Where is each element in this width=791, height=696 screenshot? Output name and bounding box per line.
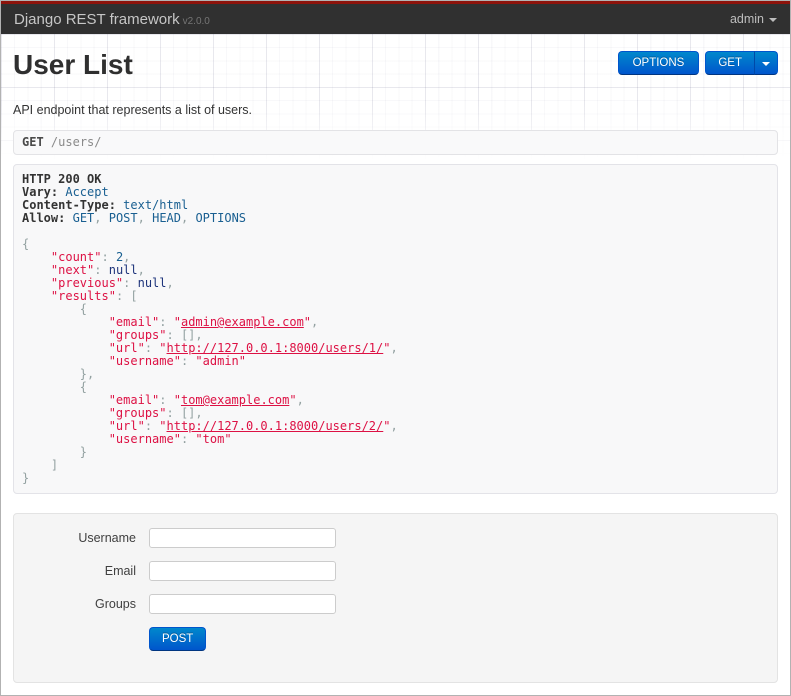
user-menu-label: admin	[729, 12, 764, 26]
form-field-email: Email	[14, 561, 777, 581]
form-input-username[interactable]	[149, 528, 336, 548]
page-header: User List OPTIONS GET	[13, 34, 778, 81]
post-form-panel: Username Email Groups POST	[13, 513, 778, 683]
request-bar: GET /users/	[13, 130, 778, 155]
form-field-groups: Groups	[14, 594, 777, 614]
request-method: GET	[22, 135, 44, 149]
response-body: HTTP 200 OK Vary: Accept Content-Type: t…	[13, 164, 778, 494]
page-title: User List	[13, 49, 133, 80]
form-input-groups[interactable]	[149, 594, 336, 614]
header-actions: OPTIONS GET	[617, 51, 778, 75]
request-path: /users/	[50, 135, 102, 149]
form-actions: POST	[149, 627, 777, 651]
get-button[interactable]: GET	[705, 51, 755, 75]
response-link[interactable]: http://127.0.0.1:8000/users/2/	[167, 419, 384, 433]
form-label-email: Email	[104, 564, 136, 578]
chevron-down-icon	[762, 61, 770, 66]
options-button[interactable]: OPTIONS	[617, 51, 700, 75]
response-link[interactable]: tom@example.com	[181, 393, 289, 407]
brand-version: v2.0.0	[182, 15, 210, 27]
post-button[interactable]: POST	[149, 627, 207, 651]
chevron-down-icon	[769, 18, 777, 22]
brand-title: Django REST framework	[14, 10, 180, 28]
form-field-username: Username	[14, 528, 777, 548]
response-link[interactable]: admin@example.com	[181, 315, 304, 329]
navbar: Django REST framework v2.0.0 admin	[1, 1, 790, 34]
form-label-groups: Groups	[95, 597, 136, 611]
browser-page: Django REST framework v2.0.0 admin User L…	[0, 0, 791, 696]
endpoint-description: API endpoint that represents a list of u…	[13, 103, 253, 117]
post-form-rows: Username Email Groups	[14, 528, 777, 614]
response-link[interactable]: http://127.0.0.1:8000/users/1/	[167, 341, 384, 355]
form-input-email[interactable]	[149, 561, 336, 581]
form-label-username: Username	[78, 531, 136, 545]
get-split-button: GET	[705, 51, 778, 75]
brand-link[interactable]: Django REST framework v2.0.0	[14, 11, 210, 28]
main-content: User List OPTIONS GET API endpoint that …	[1, 34, 790, 683]
get-format-dropdown-button[interactable]	[754, 51, 778, 75]
user-menu-dropdown[interactable]: admin	[730, 12, 777, 26]
